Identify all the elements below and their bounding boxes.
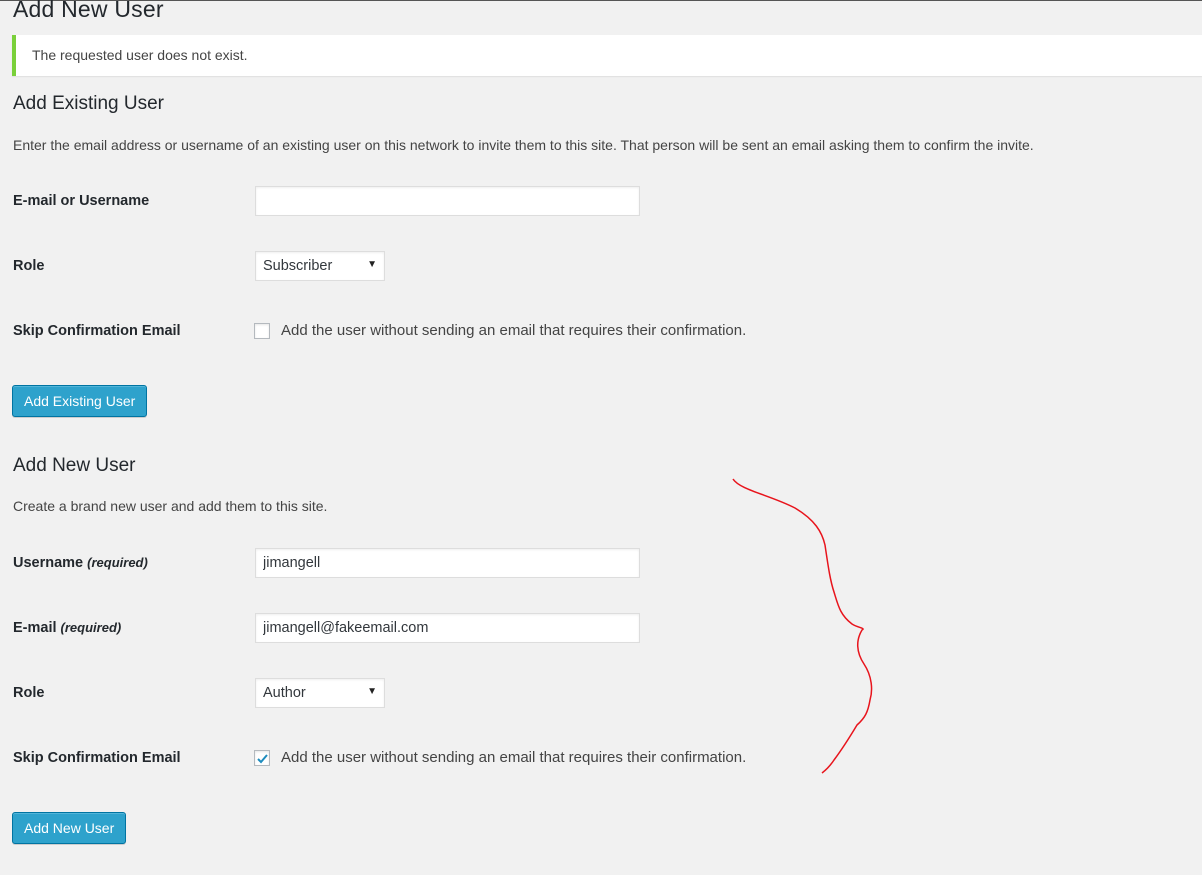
email-or-username-label: E-mail or Username bbox=[13, 193, 150, 209]
email-input[interactable] bbox=[255, 613, 640, 643]
existing-role-value: Subscriber bbox=[263, 258, 333, 274]
username-input[interactable] bbox=[255, 548, 640, 578]
bracket-stroke bbox=[732, 478, 873, 774]
red-bracket-annotation bbox=[732, 478, 873, 774]
page-title: Add New User bbox=[13, 0, 164, 22]
checkmark-icon bbox=[257, 754, 268, 764]
chevron-down-icon: ▼ bbox=[367, 259, 377, 270]
new-skip-confirmation-text: Add the user without sending an email th… bbox=[281, 749, 747, 766]
existing-skip-confirmation-checkbox[interactable] bbox=[254, 323, 270, 339]
top-border bbox=[0, 0, 1202, 1]
email-label-text: E-mail bbox=[13, 620, 57, 636]
username-label-text: Username bbox=[13, 555, 84, 571]
new-role-value: Author bbox=[263, 685, 306, 701]
new-skip-confirmation-label: Skip Confirmation Email bbox=[13, 750, 181, 766]
add-existing-user-button[interactable]: Add Existing User bbox=[12, 385, 148, 417]
existing-skip-confirmation-text: Add the user without sending an email th… bbox=[281, 322, 747, 339]
new-role-label: Role bbox=[13, 685, 45, 701]
existing-role-label: Role bbox=[13, 258, 45, 274]
add-existing-user-description: Enter the email address or username of a… bbox=[13, 137, 1034, 153]
add-new-user-description: Create a brand new user and add them to … bbox=[13, 498, 328, 514]
email-required-marker: (required) bbox=[60, 620, 122, 635]
add-existing-user-heading: Add Existing User bbox=[13, 93, 165, 114]
email-label: E-mail (required) bbox=[13, 620, 121, 636]
new-role-select[interactable]: Author ▼ bbox=[255, 678, 385, 708]
notice-message: The requested user does not exist. bbox=[32, 47, 248, 63]
existing-skip-confirmation-label: Skip Confirmation Email bbox=[13, 323, 181, 339]
username-label: Username (required) bbox=[13, 555, 148, 571]
new-skip-confirmation-checkbox[interactable] bbox=[254, 750, 270, 766]
username-required-marker: (required) bbox=[87, 555, 148, 570]
chevron-down-icon: ▼ bbox=[367, 686, 377, 697]
add-new-user-button[interactable]: Add New User bbox=[12, 812, 127, 844]
add-new-user-heading: Add New User bbox=[13, 455, 136, 476]
existing-role-select[interactable]: Subscriber ▼ bbox=[255, 251, 385, 281]
error-notice: The requested user does not exist. bbox=[12, 35, 1202, 76]
email-or-username-input[interactable] bbox=[255, 186, 640, 216]
